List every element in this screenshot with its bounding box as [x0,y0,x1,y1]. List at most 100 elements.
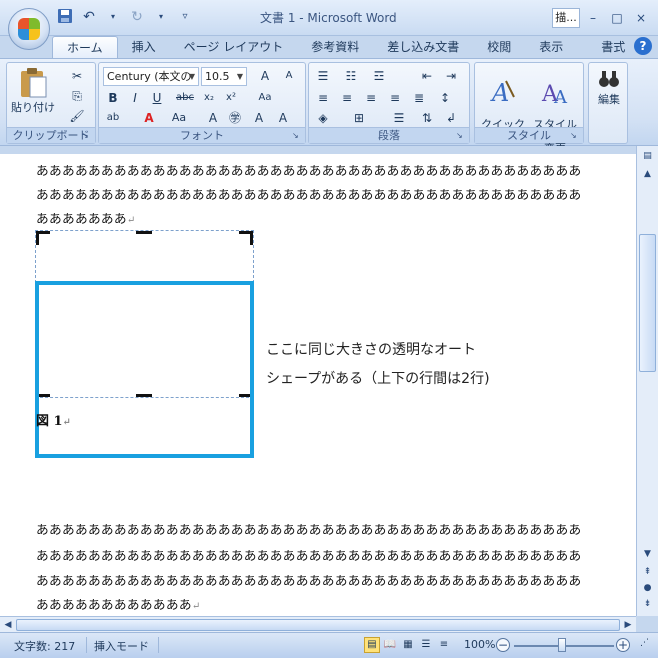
zoom-out-icon[interactable]: − [496,638,510,652]
help-button[interactable]: ? [634,37,652,55]
shading-icon[interactable]: ◈ [313,109,333,127]
align-right-icon[interactable]: ≡ [361,89,381,107]
superscript-icon[interactable]: x² [221,89,241,107]
line-spacing-icon[interactable]: ↕ [435,89,455,107]
scroll-right-icon[interactable]: ▶ [620,617,636,633]
bullets-icon[interactable]: ☰ [313,67,333,85]
increase-indent-icon[interactable]: ⇥ [441,67,461,85]
show-marks-icon[interactable]: ↲ [441,109,461,127]
crop-handle-top[interactable] [136,231,152,234]
dialog-launcher-icon[interactable]: ↘ [82,131,92,141]
resize-grip-icon[interactable]: ⋰ [640,638,649,648]
note-line-2: シェープがある（上下の行間は2行) [266,371,490,387]
document-line: ああああああああああああああああああああああああああああああああああああああああ… [36,548,582,563]
font-name-select[interactable]: Century (本文の ▼ [103,67,199,86]
strikethrough-icon[interactable]: abc [175,89,195,107]
borders-icon[interactable]: ⊞ [349,109,369,127]
bold-icon[interactable]: B [103,89,123,107]
highlight-icon[interactable]: ab [103,109,123,127]
character-shading-icon[interactable]: A [203,109,223,127]
change-style-icon: AA [541,82,568,107]
print-layout-view-icon[interactable]: ▤ [364,637,380,653]
crop-handle-top-left[interactable] [36,231,50,245]
subscript-icon[interactable]: x₂ [199,89,219,107]
next-page-icon[interactable]: ⇟ [639,596,656,612]
web-layout-icon[interactable]: ▦ [400,637,416,653]
character-border-icon[interactable]: A [273,109,293,127]
dialog-launcher-icon[interactable]: ↘ [570,131,580,141]
maximize-button[interactable]: □ [606,8,628,28]
numbering-icon[interactable]: ☷ [341,67,361,85]
tab-page-layout[interactable]: ページ レイアウト [170,36,298,58]
multilevel-list-icon[interactable]: ☲ [369,67,389,85]
shrink-font-icon[interactable]: A [279,67,299,85]
scroll-up-icon[interactable]: ▲ [639,166,656,182]
undo-icon[interactable]: ↶ [80,8,98,26]
font-size-select[interactable]: 10.5 ▼ [201,67,247,86]
underline-icon[interactable]: U [147,89,167,107]
horizontal-scroll-thumb[interactable] [16,619,620,631]
tab-format[interactable]: 書式 [577,36,639,58]
dialog-launcher-icon[interactable]: ↘ [292,131,302,141]
redo-icon[interactable]: ↻ [128,8,146,26]
tab-review[interactable]: 校閲 [473,36,525,58]
scroll-left-icon[interactable]: ◀ [0,617,16,633]
previous-page-icon[interactable]: ⇞ [639,564,656,580]
scroll-down-icon[interactable]: ▼ [639,546,656,562]
document-line: ああああああああああああああああああああああああああああああああああああああああ… [36,187,582,202]
save-icon[interactable] [56,8,74,26]
distribute-icon[interactable]: ≣ [409,89,429,107]
vertical-scroll-thumb[interactable] [639,234,656,372]
word-count[interactable]: 文字数: 217 [14,638,75,654]
close-button[interactable]: × [630,8,652,28]
paste-button[interactable]: 貼り付け [11,67,55,115]
cut-icon[interactable]: ✂ [67,67,87,85]
sort-icon[interactable]: ⇅ [417,109,437,127]
font-color-icon[interactable]: A [139,109,159,127]
enclose-character-icon[interactable]: ㊫ [225,109,245,127]
copy-icon[interactable]: ⎘ [67,87,87,105]
editing-button[interactable]: 編集 [591,67,627,107]
zoom-level[interactable]: 100% [464,638,495,651]
clear-format-icon[interactable]: Aa [255,89,275,107]
grow-font-icon[interactable]: A [255,67,275,85]
vertical-scrollbar[interactable]: ▤ ▲ ▼ ⇞ ● ⇟ [636,146,658,616]
chevron-down-icon[interactable]: ▾ [152,8,170,26]
text-direction-icon[interactable]: ☰ [389,109,409,127]
document-line: ああああああああああああ↵ [36,597,201,612]
tab-mailings[interactable]: 差し込み文書 [373,36,473,58]
decrease-indent-icon[interactable]: ⇤ [417,67,437,85]
tab-view[interactable]: 表示 [525,36,577,58]
office-button[interactable] [8,8,50,50]
dialog-launcher-icon[interactable]: ↘ [456,131,466,141]
chevron-down-icon: ▼ [236,72,244,81]
autoshape-selection[interactable] [35,281,254,458]
tab-references[interactable]: 参考資料 [297,36,373,58]
chevron-down-icon[interactable]: ▾ [104,8,122,26]
document-line: ああああああああああああああああああああああああああああああああああああああああ… [36,163,582,178]
crop-handle-top-right[interactable] [239,231,253,245]
justify-icon[interactable]: ≡ [385,89,405,107]
outline-view-icon[interactable]: ☰ [418,637,434,653]
tab-home[interactable]: ホーム [52,36,118,58]
full-screen-reading-icon[interactable]: 📖 [382,637,398,653]
input-mode[interactable]: 挿入モード [94,638,149,654]
minimize-button[interactable]: – [582,8,604,28]
ruler-toggle-icon[interactable]: ▤ [639,148,656,164]
format-painter-icon[interactable]: 🖌 [67,107,87,125]
align-center-icon[interactable]: ≡ [337,89,357,107]
horizontal-scrollbar[interactable]: ◀ ▶ [0,616,636,632]
phonetic-guide-icon[interactable]: A [249,109,269,127]
align-left-icon[interactable]: ≡ [313,89,333,107]
quick-access-toolbar: ↶ ▾ ↻ ▾ ▿ [56,8,194,26]
customize-qat-icon[interactable]: ▿ [176,8,194,26]
change-case-icon[interactable]: Aa [169,109,189,127]
tab-insert[interactable]: 挿入 [118,36,170,58]
browse-object-icon[interactable]: ● [639,580,656,596]
draft-view-icon[interactable]: ≡ [436,637,452,653]
document-line: ああああああああああああああああああああああああああああああああああああああああ… [36,573,582,588]
zoom-slider-knob[interactable] [558,638,566,652]
italic-icon[interactable]: I [125,89,145,107]
zoom-in-icon[interactable]: + [616,638,630,652]
taskbar-button[interactable]: 描... [552,8,580,28]
